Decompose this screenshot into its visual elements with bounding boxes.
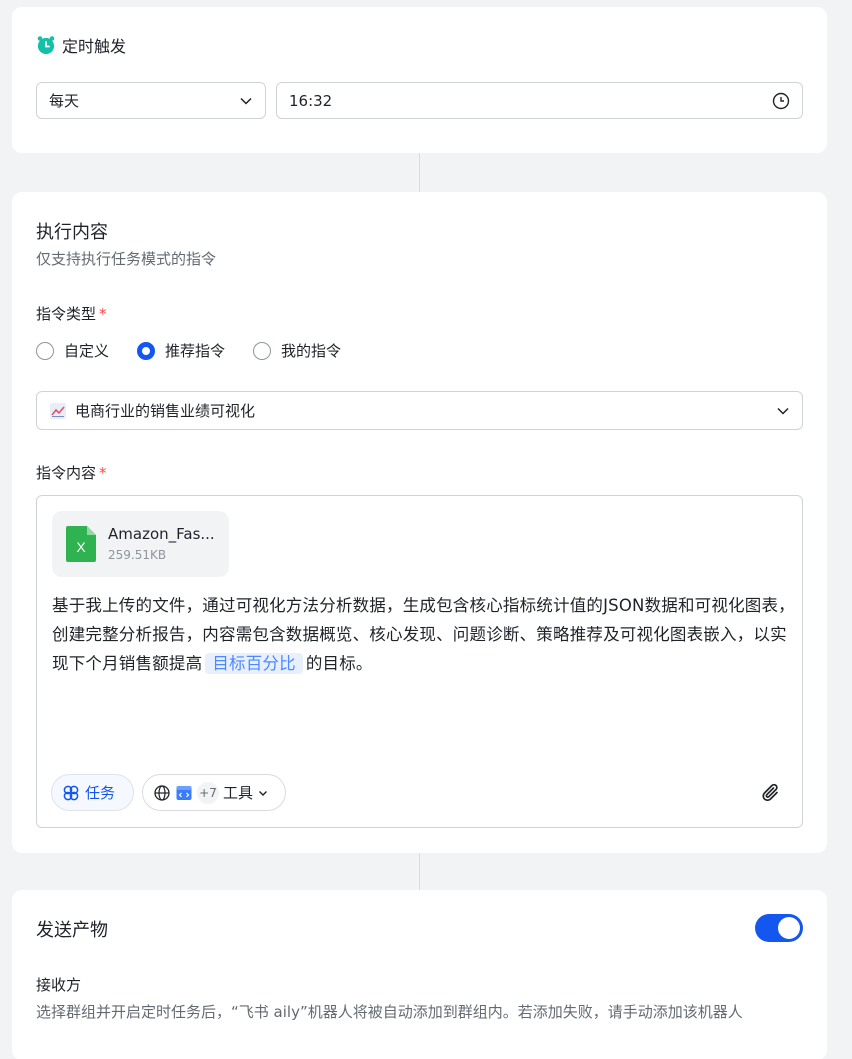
command-type-radio-group: 自定义 推荐指令 我的指令	[36, 340, 369, 361]
radio-circle[interactable]	[36, 341, 54, 360]
alarm-clock-icon	[36, 35, 56, 55]
clock-icon	[772, 92, 790, 110]
tools-label: 工具	[223, 784, 254, 802]
tools-button[interactable]: +7 工具	[142, 774, 286, 811]
required-mark: *	[99, 305, 107, 323]
flow-connector	[419, 153, 420, 192]
radio-label: 我的指令	[281, 342, 342, 360]
command-content-label: 指令内容 *	[36, 462, 107, 483]
time-picker[interactable]: 16:32	[276, 82, 803, 119]
frequency-select[interactable]: 每天	[36, 82, 266, 119]
content-title: 执行内容	[36, 222, 108, 243]
command-select[interactable]: 电商行业的销售业绩可视化	[36, 391, 803, 430]
time-value: 16:32	[289, 91, 333, 110]
globe-icon	[153, 784, 171, 802]
tools-count: +7	[197, 781, 219, 804]
radio-circle-checked[interactable]	[137, 341, 156, 360]
file-name: Amazon_Fas...	[108, 525, 215, 543]
radio-recommended[interactable]: 推荐指令	[137, 340, 225, 361]
variable-chip[interactable]: 目标百分比	[205, 653, 303, 674]
chevron-down-icon	[776, 404, 790, 418]
content-subtitle: 仅支持执行任务模式的指令	[36, 250, 217, 268]
command-type-label: 指令类型 *	[36, 303, 107, 324]
radio-custom[interactable]: 自定义	[36, 340, 109, 361]
receiver-label: 接收方	[36, 976, 82, 994]
command-text[interactable]: 基于我上传的文件，通过可视化方法分析数据，生成包含核心指标统计值的JSON数据和…	[52, 591, 797, 678]
frequency-value: 每天	[49, 92, 80, 110]
editor-toolbar: 任务 +7 工具	[51, 774, 286, 811]
flow-connector	[419, 853, 420, 890]
code-window-icon	[175, 784, 193, 802]
file-size: 259.51KB	[108, 548, 167, 562]
chevron-down-icon	[257, 787, 269, 799]
trigger-header: 定时触发	[36, 33, 126, 57]
task-icon	[62, 784, 80, 802]
toggle-knob	[778, 917, 800, 939]
send-output-toggle[interactable]	[755, 914, 803, 942]
excel-file-icon: X	[66, 526, 96, 562]
chevron-down-icon	[239, 94, 253, 108]
send-title: 发送产物	[36, 920, 108, 941]
attached-file[interactable]: X Amazon_Fas... 259.51KB	[52, 511, 229, 577]
required-mark: *	[99, 464, 107, 482]
task-mode-button[interactable]: 任务	[51, 774, 134, 811]
trigger-card: 定时触发 每天 16:32	[12, 7, 827, 153]
command-editor[interactable]: X Amazon_Fas... 259.51KB 基于我上传的文件，通过可视化方…	[36, 495, 803, 828]
chart-trend-icon	[49, 402, 67, 420]
command-content-label-text: 指令内容	[36, 464, 97, 482]
content-card: 执行内容 仅支持执行任务模式的指令 指令类型 * 自定义 推荐指令 我的指令 电…	[12, 192, 827, 853]
command-type-label-text: 指令类型	[36, 305, 97, 323]
command-text-before: 基于我上传的文件，通过可视化方法分析数据，生成包含核心指标统计值的JSON数据和…	[52, 596, 795, 673]
trigger-title: 定时触发	[62, 37, 127, 56]
file-type-letter: X	[76, 539, 86, 555]
send-output-card: 发送产物 接收方 选择群组并开启定时任务后，“飞书 aily”机器人将被自动添加…	[12, 890, 827, 1059]
radio-label: 推荐指令	[165, 342, 226, 360]
radio-circle[interactable]	[253, 341, 272, 360]
receiver-note: 选择群组并开启定时任务后，“飞书 aily”机器人将被自动添加到群组内。若添加失…	[36, 1003, 743, 1021]
radio-label: 自定义	[64, 342, 110, 360]
task-label: 任务	[85, 784, 116, 802]
paperclip-icon[interactable]	[760, 782, 782, 804]
selected-command: 电商行业的销售业绩可视化	[75, 402, 256, 420]
command-text-after: 的目标。	[305, 654, 373, 673]
radio-mine[interactable]: 我的指令	[253, 340, 341, 361]
